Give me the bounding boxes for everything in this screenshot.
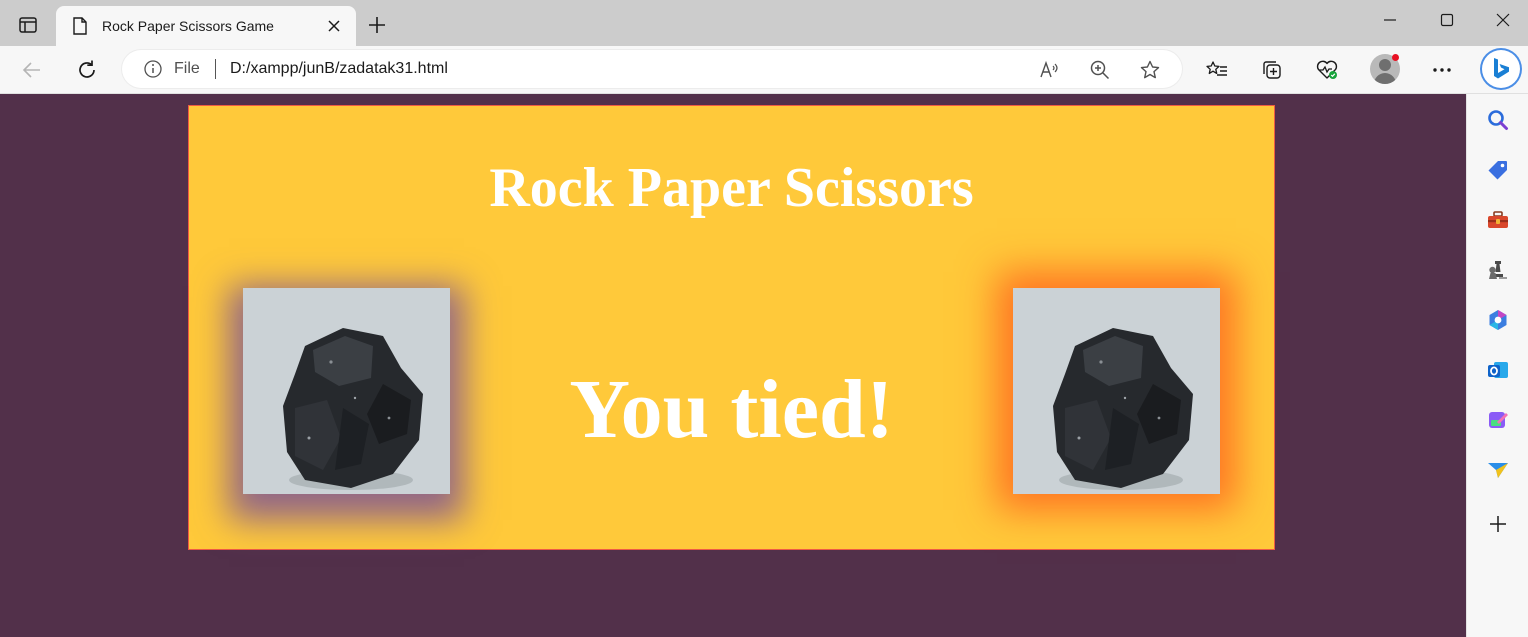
tag-icon bbox=[1488, 161, 1507, 180]
chess-icon bbox=[1489, 261, 1507, 279]
heart-pulse-icon bbox=[1316, 60, 1338, 79]
favorite-button[interactable] bbox=[1136, 56, 1164, 84]
tab-active[interactable]: Rock Paper Scissors Game bbox=[56, 6, 356, 46]
bing-icon bbox=[1494, 58, 1509, 79]
favorites-button[interactable] bbox=[1199, 52, 1235, 88]
tab-close-button[interactable] bbox=[320, 12, 348, 40]
back-arrow-icon bbox=[22, 62, 40, 78]
search-icon bbox=[1488, 110, 1508, 130]
collections-button[interactable] bbox=[1254, 52, 1290, 88]
tab-actions-button[interactable] bbox=[8, 7, 48, 43]
avatar-head bbox=[1379, 59, 1391, 71]
sidebar-shopping-button[interactable] bbox=[1484, 156, 1512, 184]
info-icon[interactable] bbox=[144, 60, 162, 78]
close-window-button[interactable] bbox=[1478, 4, 1528, 36]
address-bar[interactable]: File D:/xampp/junB/zadatak31.html bbox=[122, 50, 1182, 88]
designer-icon bbox=[1489, 412, 1508, 428]
minimize-button[interactable] bbox=[1365, 4, 1415, 36]
toolbar: File D:/xampp/junB/zadatak31.html bbox=[0, 46, 1528, 94]
back-button[interactable] bbox=[14, 52, 50, 88]
notification-dot bbox=[1392, 54, 1399, 61]
close-icon bbox=[328, 20, 340, 32]
close-window-icon bbox=[1496, 13, 1510, 27]
game-panel: Rock Paper Scissors You tied! bbox=[188, 105, 1275, 550]
maximize-button[interactable] bbox=[1422, 4, 1472, 36]
favorites-icon bbox=[1206, 61, 1227, 76]
address-separator bbox=[215, 59, 216, 79]
microsoft-365-icon bbox=[1489, 310, 1507, 330]
tab-title: Rock Paper Scissors Game bbox=[102, 18, 274, 34]
browser-essentials-button[interactable] bbox=[1309, 52, 1345, 88]
read-aloud-button[interactable] bbox=[1036, 56, 1064, 84]
settings-menu-button[interactable] bbox=[1424, 52, 1460, 88]
sidebar-outlook-button[interactable] bbox=[1484, 356, 1512, 384]
send-icon bbox=[1488, 463, 1508, 478]
more-icon bbox=[1433, 68, 1451, 72]
computer-choice-image bbox=[1013, 288, 1220, 494]
bing-copilot-button[interactable] bbox=[1480, 48, 1522, 90]
collections-icon bbox=[1263, 61, 1281, 79]
sidebar-designer-button[interactable] bbox=[1484, 406, 1512, 434]
plus-icon bbox=[369, 17, 385, 33]
scheme-label: File bbox=[174, 60, 200, 77]
add-icon bbox=[1490, 516, 1506, 532]
star-icon bbox=[1140, 60, 1160, 79]
url-text[interactable]: D:/xampp/junB/zadatak31.html bbox=[230, 60, 448, 78]
sidebar-m365-button[interactable] bbox=[1484, 306, 1512, 334]
avatar-body bbox=[1374, 73, 1396, 84]
refresh-icon bbox=[79, 60, 95, 78]
rock-icon bbox=[1013, 288, 1220, 494]
outlook-icon bbox=[1488, 362, 1508, 378]
read-aloud-icon bbox=[1040, 60, 1058, 78]
toolbox-icon bbox=[1488, 211, 1508, 228]
minimize-icon bbox=[1384, 19, 1396, 21]
game-title: Rock Paper Scissors bbox=[489, 157, 974, 219]
sidebar-games-button[interactable] bbox=[1484, 256, 1512, 284]
maximize-icon bbox=[1440, 13, 1454, 27]
refresh-button[interactable] bbox=[69, 52, 105, 88]
new-tab-button[interactable] bbox=[362, 10, 392, 40]
sidebar-tools-button[interactable] bbox=[1484, 206, 1512, 234]
title-bar: Rock Paper Scissors Game bbox=[0, 0, 1528, 46]
sidebar-add-button[interactable] bbox=[1484, 510, 1512, 538]
sidebar-search-button[interactable] bbox=[1484, 106, 1512, 134]
edge-sidebar bbox=[1466, 94, 1528, 637]
zoom-button[interactable] bbox=[1086, 56, 1114, 84]
sidebar-drop-button[interactable] bbox=[1484, 456, 1512, 484]
tab-actions-icon bbox=[19, 17, 37, 33]
zoom-in-icon bbox=[1090, 60, 1110, 80]
document-icon bbox=[73, 17, 87, 35]
